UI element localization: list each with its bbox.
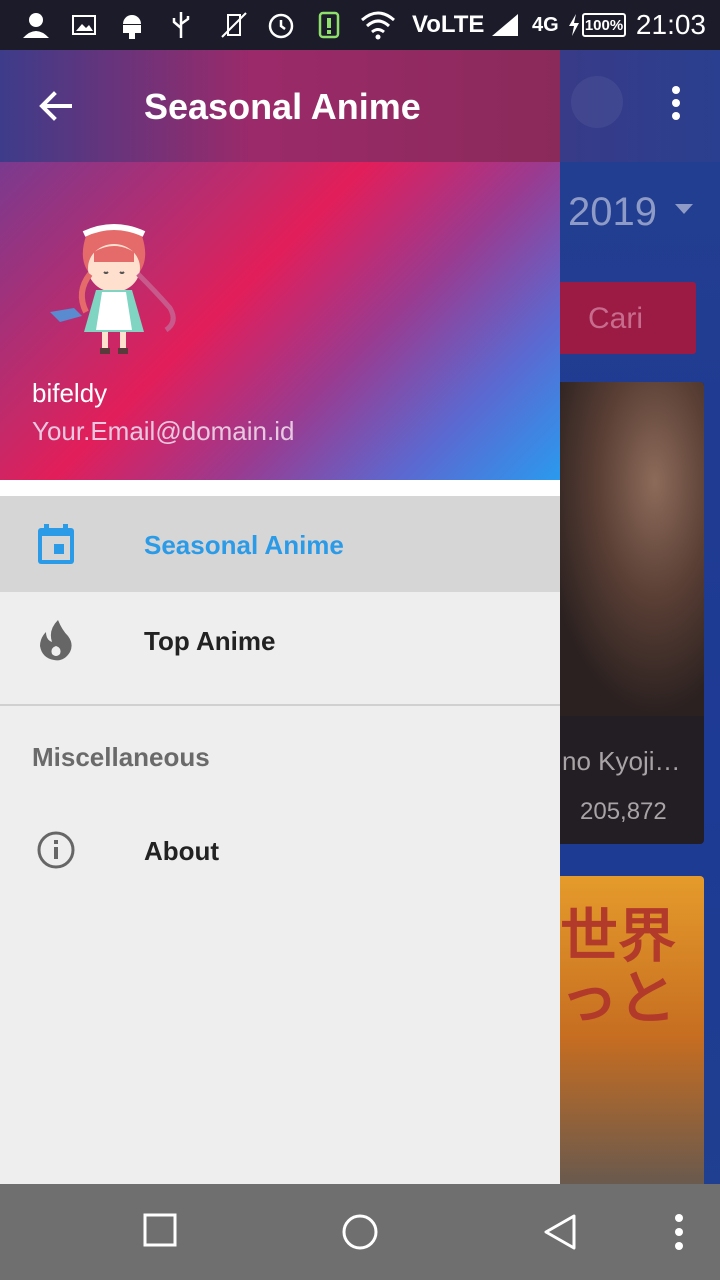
nav-item-top-anime[interactable]: Top Anime (0, 592, 560, 688)
wifi-icon (358, 10, 398, 40)
usb-icon (168, 10, 194, 40)
sim-alert-icon (318, 10, 340, 40)
user-name: bifeldy (32, 378, 108, 408)
search-button[interactable]: Cari (540, 282, 696, 354)
recents-button[interactable] (142, 1212, 182, 1252)
volte-label: VoLTE (412, 11, 485, 38)
header-spacer (0, 480, 560, 496)
battery-icon: 100% (582, 13, 626, 37)
divider (0, 704, 560, 706)
battery-level: 100% (584, 16, 624, 34)
android-icon (118, 10, 146, 40)
anime-poster (540, 382, 704, 716)
back-arrow-icon[interactable] (34, 84, 78, 128)
network-type-label: 4G (532, 14, 559, 36)
nav-item-label: Seasonal Anime (144, 530, 344, 560)
system-nav-bar (0, 1184, 720, 1280)
overflow-menu-icon[interactable] (660, 86, 692, 126)
calendar-icon (36, 522, 76, 566)
anime-card[interactable]: no Kyoji… 205,872 (540, 382, 704, 844)
anime-poster-text: 世界 っと (560, 904, 677, 1031)
fire-icon (36, 618, 76, 662)
nav-item-about[interactable]: About (0, 802, 560, 898)
info-icon (36, 828, 76, 872)
status-bar: VoLTE 4G 100% 21:03 (0, 0, 720, 50)
drawer-toolbar: Seasonal Anime (0, 50, 560, 162)
nav-item-label: Top Anime (144, 626, 276, 656)
background-action-icon[interactable] (571, 76, 623, 128)
nav-item-label: About (144, 836, 220, 866)
home-button[interactable] (340, 1212, 380, 1252)
nav-item-seasonal-anime[interactable]: Seasonal Anime (0, 496, 560, 592)
clock: 21:03 (635, 9, 706, 40)
drawer-title: Seasonal Anime (144, 86, 421, 127)
navigation-drawer: Seasonal Anime bifeldy Your.Email@domain… (0, 50, 560, 1184)
signal-icon (490, 10, 520, 40)
year-selector[interactable]: 2019 (568, 190, 657, 235)
vibrate-off-icon (218, 10, 250, 40)
back-button[interactable] (540, 1212, 580, 1252)
drawer-header: bifeldy Your.Email@domain.id (0, 162, 560, 480)
overflow-menu-icon[interactable] (664, 1212, 694, 1252)
anime-title: no Kyoji… (562, 746, 681, 776)
dropdown-caret-icon[interactable] (675, 204, 693, 214)
charging-icon (566, 10, 582, 40)
notification-app-icon (18, 10, 54, 40)
user-email: Your.Email@domain.id (32, 416, 295, 446)
anime-members-count: 205,872 (580, 798, 667, 825)
alarm-icon (266, 10, 296, 40)
avatar[interactable] (46, 212, 182, 360)
section-label: Miscellaneous (32, 742, 210, 772)
gallery-icon (70, 10, 98, 40)
